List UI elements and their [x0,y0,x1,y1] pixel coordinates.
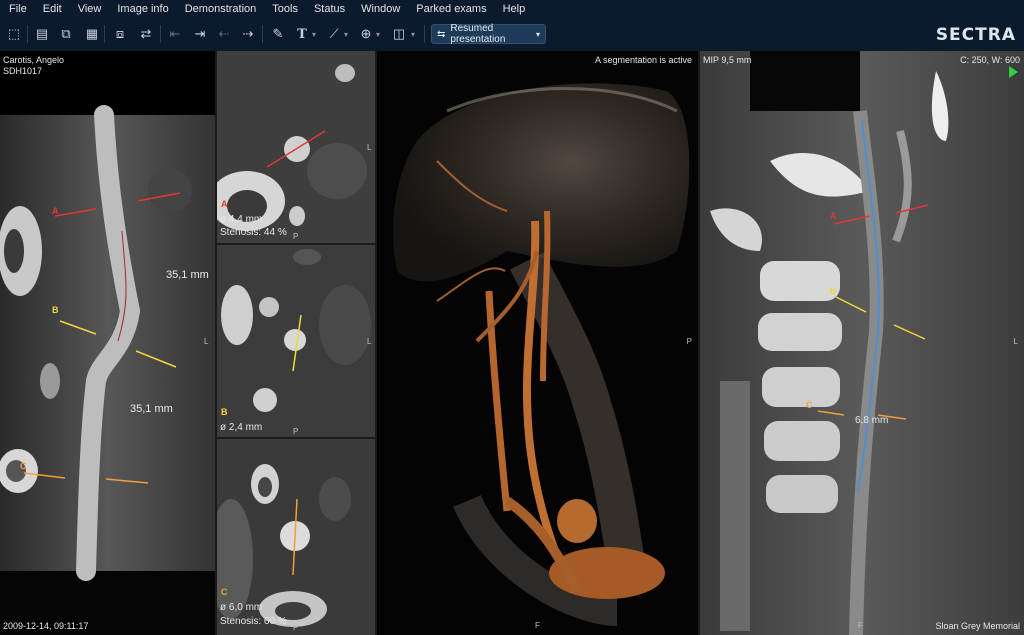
marker-a: A [221,199,228,209]
crosshair-icon[interactable]: ⊕ [358,26,374,42]
toolbar-separator [27,25,28,43]
diameter-a: ø 4,4 mm [220,214,263,225]
calculator-icon[interactable]: ▦ [84,26,100,42]
chevron-down-icon[interactable]: ▾ [376,30,380,39]
mip-image [700,51,1024,635]
sync-icon[interactable]: ⇄ [138,26,154,42]
orientation-label: P [293,427,299,436]
marker-c: C [20,461,27,471]
marker-a: A [52,206,59,216]
play-icon[interactable] [1009,66,1018,78]
marker-b: B [830,286,837,296]
presentation-label: Resumed presentation [450,23,506,45]
orientation-label: L [1013,337,1018,346]
toolbar-separator [424,25,425,43]
diameter-b: ø 2,4 mm [220,422,263,433]
orientation-label: L [367,143,372,152]
toolbar-separator [104,25,105,43]
viewport-curved-reformat[interactable]: Carotis, Angelo SDH1017 A B C 35,1 mm 35… [0,51,217,635]
chevron-down-icon[interactable]: ▾ [312,30,316,39]
viewport-cross-section-b[interactable]: B ø 2,4 mm L P [217,245,377,439]
annotate-icon[interactable]: ✎ [270,26,286,42]
menu-tools[interactable]: Tools [263,3,305,15]
length-measurement[interactable]: 35,1 mm [166,269,209,281]
hospital-name: Sloan Grey Memorial [935,621,1020,631]
viewport-3d-volume[interactable]: A segmentation is active P F [377,51,700,635]
orientation-label: L [367,337,372,346]
volume-rendering-image [377,51,698,635]
marker-b: B [221,407,228,417]
chevron-down-icon[interactable]: ▾ [344,30,348,39]
toolbar: ⬚ ▤ ⧉ ▦ ⧈ ⇄ ⇤ ⇥ ⇠ ⇢ ✎ T ▾ ⟋ ▾ ⊕ ▾ ◫ ▾ ⇆ … [0,17,1024,52]
viewport-cross-section-c[interactable]: C ø 6,0 mm Stenosis: 60 % P [217,439,377,635]
patient-name: Carotis, Angelo [3,55,65,65]
marker-a: A [830,211,837,221]
next-exam-icon[interactable]: ⇢ [240,26,256,42]
menu-file[interactable]: File [0,3,34,15]
marker-c: C [221,587,228,597]
chevron-down-icon[interactable]: ▾ [411,30,415,39]
layout-icon[interactable]: ◫ [391,26,407,42]
marker-c: C [806,400,813,410]
cursor-select-icon[interactable]: ⬚ [6,26,22,42]
next-series-icon[interactable]: ⇥ [192,26,208,42]
presentation-dropdown[interactable]: ⇆ Resumed presentation ▾ [431,23,546,45]
menu-bar: File Edit View Image info Demonstration … [0,0,1024,17]
menu-image-info[interactable]: Image info [108,3,175,15]
cross-section-b-image [217,245,375,437]
mip-thickness: MIP 9,5 mm [703,55,752,65]
prev-series-icon[interactable]: ⇤ [167,26,183,42]
text-icon[interactable]: T [294,26,310,42]
copy-layout-icon[interactable]: ⧉ [58,26,74,42]
viewport-mip[interactable]: MIP 9,5 mm C: 250, W: 600 A B C 6,8 mm L… [700,51,1024,635]
toolbar-separator [262,25,263,43]
menu-edit[interactable]: Edit [34,3,69,15]
link-series-icon[interactable]: ⧈ [112,26,128,42]
stenosis-c: Stenosis: 60 % [220,616,287,627]
menu-parked-exams[interactable]: Parked exams [407,3,493,15]
menu-help[interactable]: Help [494,3,533,15]
window-level: C: 250, W: 600 [960,55,1020,65]
orientation-label: L [204,337,209,346]
toolbar-separator [160,25,161,43]
curved-reformat-image [0,105,215,635]
menu-window[interactable]: Window [352,3,407,15]
line-measure-icon[interactable]: ⟋ [326,26,342,42]
menu-view[interactable]: View [69,3,109,15]
orientation-label: F [858,621,863,630]
brand-logo: SECTRA [935,25,1016,45]
presentation-icon: ⇆ [437,28,446,40]
marker-b: B [52,305,59,315]
length-measurement[interactable]: 35,1 mm [130,403,173,415]
diameter-c: ø 6,0 mm [220,602,263,613]
segmentation-status: A segmentation is active [594,55,692,65]
orientation-label: P [293,623,299,632]
viewport-cross-section-a[interactable]: A ø 4,4 mm Stenosis: 44 % L P [217,51,377,245]
diameter-measurement[interactable]: 6,8 mm [855,415,888,426]
menu-status[interactable]: Status [305,3,352,15]
orientation-label: P [686,337,692,346]
orientation-label: F [535,621,540,630]
clipboard-icon[interactable]: ▤ [34,26,50,42]
chevron-down-icon: ▾ [535,29,540,39]
orientation-label: P [293,232,299,241]
timestamp: 2009-12-14, 09:11:17 [3,621,89,631]
patient-id: SDH1017 [3,66,43,76]
menu-demonstration[interactable]: Demonstration [176,3,264,15]
prev-exam-icon[interactable]: ⇠ [216,26,232,42]
stenosis-a: Stenosis: 44 % [220,227,287,238]
